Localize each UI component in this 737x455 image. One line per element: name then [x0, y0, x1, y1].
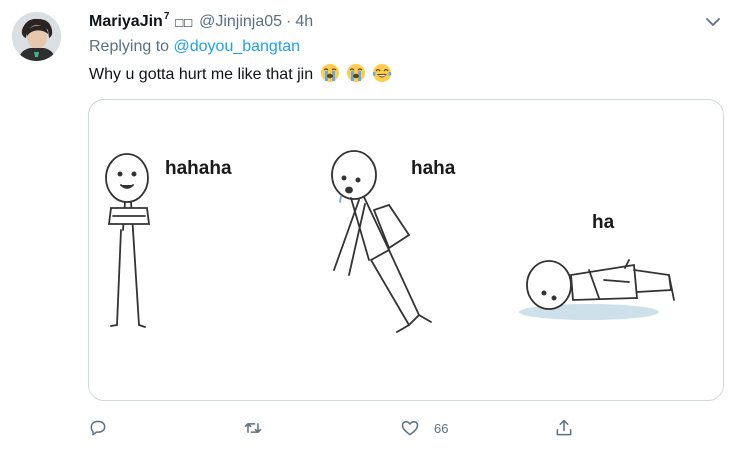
tears-of-joy-face-icon	[372, 63, 392, 88]
display-name[interactable]: MariyaJin	[89, 13, 163, 31]
like-button[interactable]: 66	[400, 414, 448, 442]
share-button[interactable]	[554, 414, 574, 442]
tweet-actions: 66	[88, 414, 608, 442]
reply-icon	[90, 420, 106, 436]
tweet-timestamp[interactable]: 4h	[295, 13, 313, 31]
tweet-text: Why u gotta hurt me like that jin	[89, 63, 392, 88]
like-count: 66	[434, 420, 449, 436]
retweet-icon	[244, 423, 262, 433]
comic-label-ha: ha	[592, 212, 615, 233]
share-icon	[556, 419, 572, 436]
reply-button[interactable]	[88, 414, 108, 442]
standing-stick-figure	[105, 153, 151, 328]
display-name-superscript: 7	[163, 10, 170, 22]
loudly-crying-face-icon	[320, 63, 340, 88]
display-name-emoji: □□	[175, 14, 194, 30]
replying-to-user-link[interactable]: @doyou_bangtan	[174, 38, 301, 55]
collapsed-stick-figure	[519, 259, 675, 320]
tweet[interactable]: MariyaJin 7 □□ @Jinjinja05 · 4h Replying…	[0, 0, 737, 455]
replying-to-label: Replying to	[89, 38, 170, 55]
replying-to: Replying to @doyou_bangtan	[89, 38, 300, 56]
loudly-crying-face-icon	[346, 63, 366, 88]
separator-dot: ·	[286, 13, 292, 30]
tweet-header: MariyaJin 7 □□ @Jinjinja05 · 4h	[89, 10, 697, 32]
retweet-button[interactable]	[243, 414, 263, 442]
comic-label-haha: haha	[411, 158, 456, 179]
tweet-media-image[interactable]: hahaha haha ha	[88, 99, 724, 401]
user-handle[interactable]: @Jinjinja05	[199, 13, 282, 31]
more-options-chevron-icon[interactable]	[703, 12, 723, 32]
comic-label-hahaha: hahaha	[165, 158, 232, 179]
comic-drawing: hahaha haha ha	[105, 150, 675, 333]
tweet-body: Why u gotta hurt me like that jin	[89, 66, 314, 83]
heart-icon	[401, 421, 419, 436]
avatar[interactable]	[12, 12, 61, 61]
